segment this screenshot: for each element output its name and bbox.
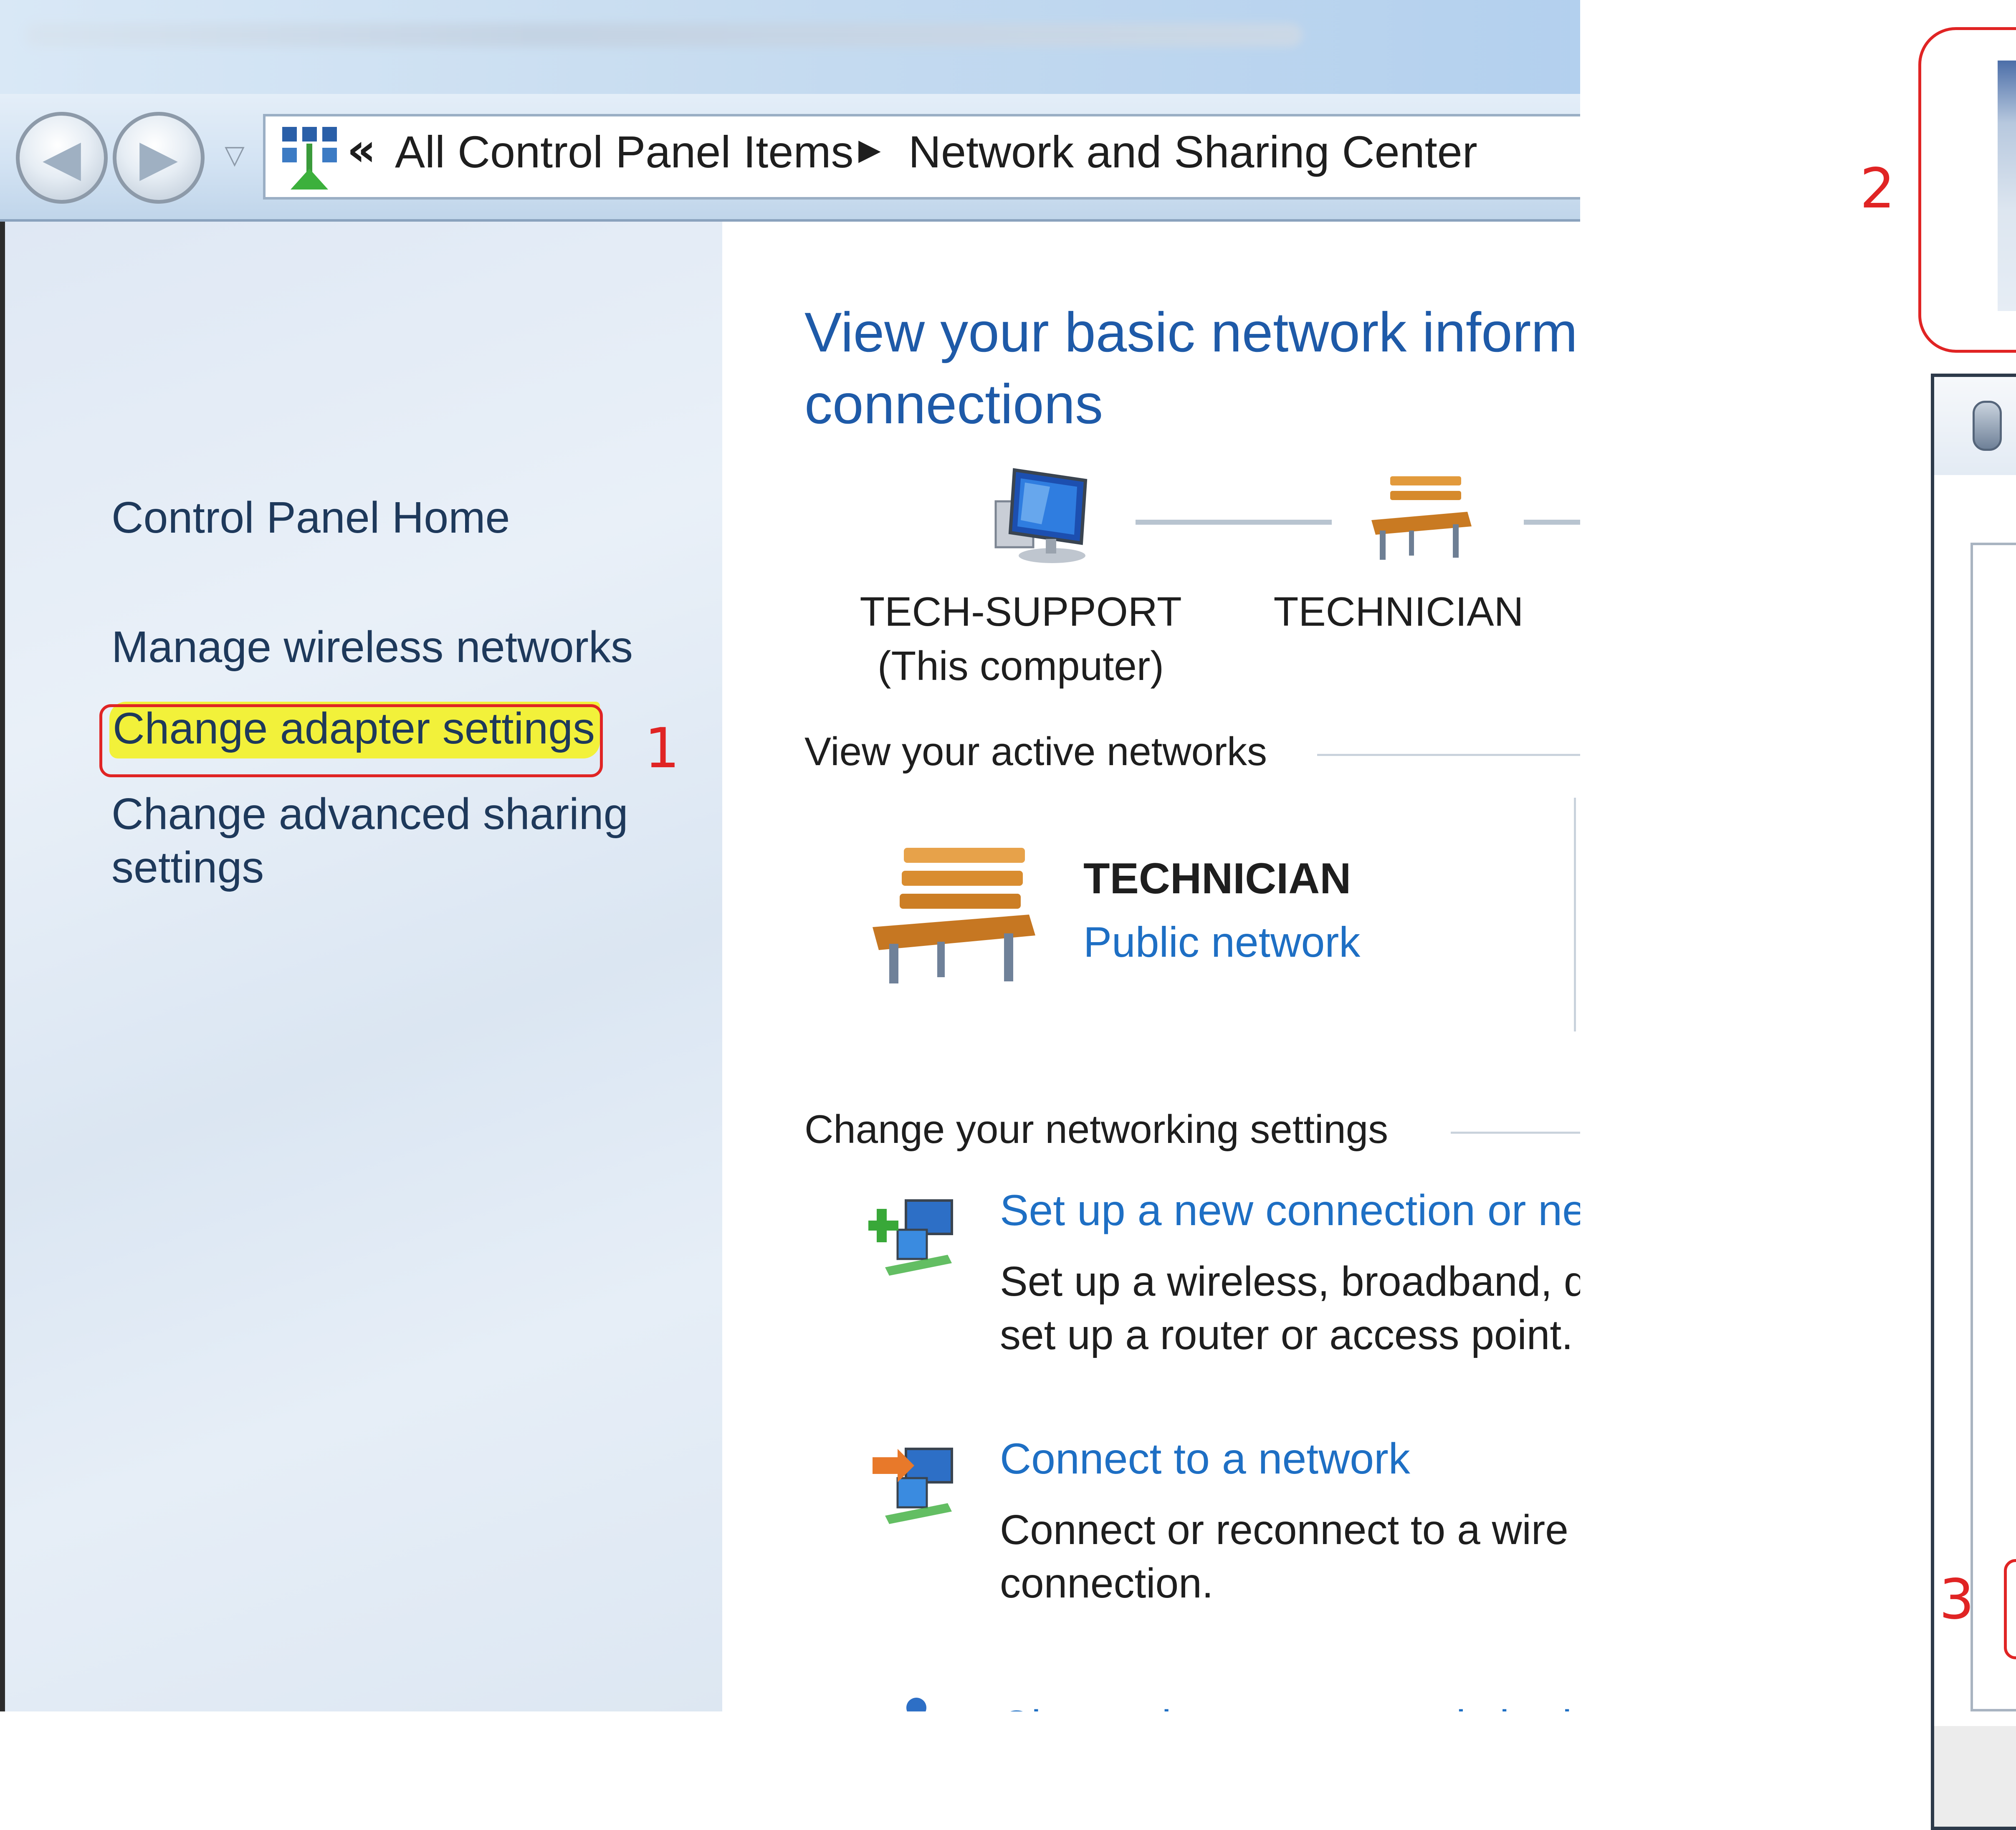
new-connection-icon: [868, 1199, 953, 1276]
page-title: View your basic network inform connectio…: [804, 301, 1578, 435]
public-network-bench-icon-large: [873, 848, 1035, 983]
networking-settings-heading: Change your networking settings: [804, 1107, 1389, 1152]
properties-dialog-panel: [1970, 543, 2016, 1711]
section-divider: [1317, 754, 1580, 756]
main-content: View your basic network inform connectio…: [722, 222, 1580, 1711]
connect-network-icon: [873, 1448, 953, 1524]
back-arrow-icon: ◀: [42, 129, 81, 187]
public-network-bench-icon[interactable]: [1367, 468, 1476, 564]
network-map-network-name: TECHNICIAN: [1273, 589, 1524, 634]
breadcrumb-network-sharing-center[interactable]: Network and Sharing Center: [908, 126, 1477, 178]
network-map-computer-name: TECH-SUPPORT: [860, 589, 1182, 634]
recent-pages-dropdown-icon: ▽: [225, 139, 245, 170]
breadcrumb-overflow-chevron[interactable]: «: [347, 124, 376, 176]
active-network-name: TECHNICIAN: [1083, 854, 1351, 903]
network-map-connector: [1136, 520, 1332, 525]
network-adapter-icon: [1973, 401, 2002, 451]
back-button[interactable]: ◀: [16, 112, 108, 204]
network-sharing-center-window: ◀ ▶ ▽ « All Control Panel Items ▶ Networ…: [0, 0, 1580, 1711]
computer-icon[interactable]: [979, 462, 1096, 566]
active-networks-heading: View your active networks: [804, 729, 1267, 774]
link-control-panel-home[interactable]: Control Panel Home: [111, 491, 510, 544]
breadcrumb-all-control-panel-items[interactable]: All Control Panel Items: [395, 126, 853, 178]
annotation-box-step-1: [99, 704, 603, 777]
active-network-type-link[interactable]: Public network: [1083, 918, 1360, 967]
homegroup-icon: [906, 1698, 926, 1711]
link-manage-wireless-networks[interactable]: Manage wireless networks: [111, 620, 633, 674]
title-bar: [0, 0, 1580, 94]
link-setup-new-connection[interactable]: Set up a new connection or net: [1000, 1186, 1580, 1236]
vertical-divider: [1574, 798, 1576, 1031]
section-divider-2: [1451, 1132, 1580, 1134]
adapter-icon-fragment: [1998, 61, 2016, 311]
address-bar[interactable]: « All Control Panel Items ▶ Network and …: [263, 114, 1580, 200]
annotation-number-2: 2: [1860, 157, 1895, 221]
link-choose-homegroup[interactable]: Choose homegroup and sharin: [1000, 1701, 1580, 1711]
setup-new-connection-description: Set up a wireless, broadband, d set up a…: [1000, 1258, 1580, 1358]
annotation-number-3: 3: [1939, 1567, 1974, 1632]
link-connect-to-network[interactable]: Connect to a network: [1000, 1434, 1410, 1484]
network-map-connector-2: [1524, 520, 1580, 525]
network-center-icon: [282, 127, 337, 190]
recent-pages-dropdown[interactable]: ▽: [218, 138, 251, 171]
connect-network-description: Connect or reconnect to a wire connectio…: [1000, 1506, 1568, 1607]
annotation-box-step-3: [2004, 1559, 2016, 1659]
forward-button[interactable]: ▶: [113, 112, 205, 204]
network-map-computer-subtitle: (This computer): [877, 643, 1164, 689]
title-bar-text-blurred: [25, 23, 1303, 47]
breadcrumb-arrow-icon[interactable]: ▶: [858, 132, 881, 167]
left-navigation-pane: Control Panel Home Manage wireless netwo…: [0, 222, 722, 1711]
properties-dialog-footer: [1934, 1726, 2016, 1827]
forward-arrow-icon: ▶: [139, 129, 178, 187]
annotation-number-1: 1: [645, 716, 680, 781]
link-change-advanced-sharing-settings[interactable]: Change advanced sharing settings: [111, 787, 654, 894]
